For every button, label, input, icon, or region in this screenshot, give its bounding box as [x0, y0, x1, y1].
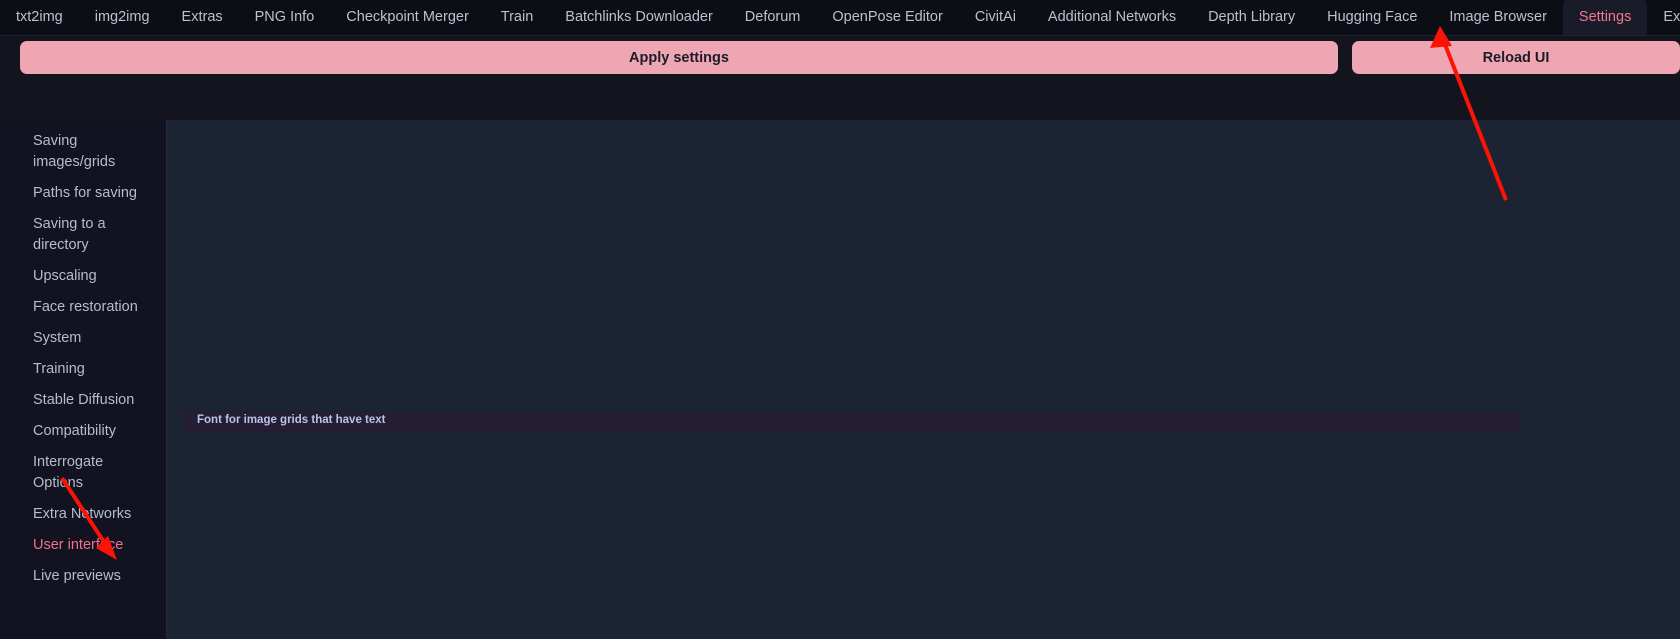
sidebar-item-compatibility[interactable]: Compatibility: [0, 416, 166, 447]
setting-label-grid-font: Font for image grids that have text: [197, 414, 386, 426]
sidebar-item-system[interactable]: System: [0, 323, 166, 354]
sidebar-item-upscaling[interactable]: Upscaling: [0, 261, 166, 292]
sidebar-item-interrogate-options[interactable]: Interrogate Options: [0, 447, 166, 499]
tab-settings[interactable]: Settings: [1562, 0, 1648, 35]
sidebar-item-stable-diffusion[interactable]: Stable Diffusion: [0, 385, 166, 416]
tab-deforum[interactable]: Deforum: [729, 0, 817, 35]
tab-civitai[interactable]: CivitAi: [959, 0, 1032, 35]
sidebar-item-saving-to-a-directory[interactable]: Saving to a directory: [0, 209, 166, 261]
sidebar-item-face-restoration[interactable]: Face restoration: [0, 292, 166, 323]
tab-extras[interactable]: Extras: [166, 0, 239, 35]
tab-checkpoint-merger[interactable]: Checkpoint Merger: [330, 0, 485, 35]
tab-batchlinks-downloader[interactable]: Batchlinks Downloader: [549, 0, 729, 35]
tab-additional-networks[interactable]: Additional Networks: [1032, 0, 1192, 35]
sidebar-item-extra-networks[interactable]: Extra Networks: [0, 499, 166, 530]
sidebar-item-live-previews[interactable]: Live previews: [0, 561, 166, 592]
settings-detail-panel: Font for image grids that have text: [167, 120, 1680, 639]
tab-img2img[interactable]: img2img: [79, 0, 166, 35]
tab-depth-library[interactable]: Depth Library: [1192, 0, 1311, 35]
tab-extensions[interactable]: Extensions: [1647, 0, 1680, 35]
setting-row-grid-font[interactable]: Font for image grids that have text: [185, 411, 1519, 432]
tab-image-browser[interactable]: Image Browser: [1433, 0, 1563, 35]
settings-category-sidebar: Saving images/grids Paths for saving Savin…: [0, 120, 167, 639]
main-tab-bar: txt2img img2img Extras PNG Info Checkpoint M…: [0, 0, 1680, 36]
sidebar-item-paths-for-saving[interactable]: Paths for saving: [0, 178, 166, 209]
tab-hugging-face[interactable]: Hugging Face: [1311, 0, 1433, 35]
reload-ui-button[interactable]: Reload UI: [1352, 41, 1680, 74]
apply-settings-button[interactable]: Apply settings: [20, 41, 1338, 74]
sidebar-item-training[interactable]: Training: [0, 354, 166, 385]
tab-png-info[interactable]: PNG Info: [239, 0, 331, 35]
sidebar-item-saving-images-grids[interactable]: Saving images/grids: [0, 126, 166, 178]
settings-content-area: Saving images/grids Paths for saving Savin…: [0, 120, 1680, 639]
sidebar-item-user-interface[interactable]: User interface: [0, 530, 166, 561]
tab-openpose-editor[interactable]: OpenPose Editor: [816, 0, 958, 35]
action-button-row: Apply settings Reload UI: [0, 36, 1680, 120]
tab-train[interactable]: Train: [485, 0, 550, 35]
tab-txt2img[interactable]: txt2img: [0, 0, 79, 35]
